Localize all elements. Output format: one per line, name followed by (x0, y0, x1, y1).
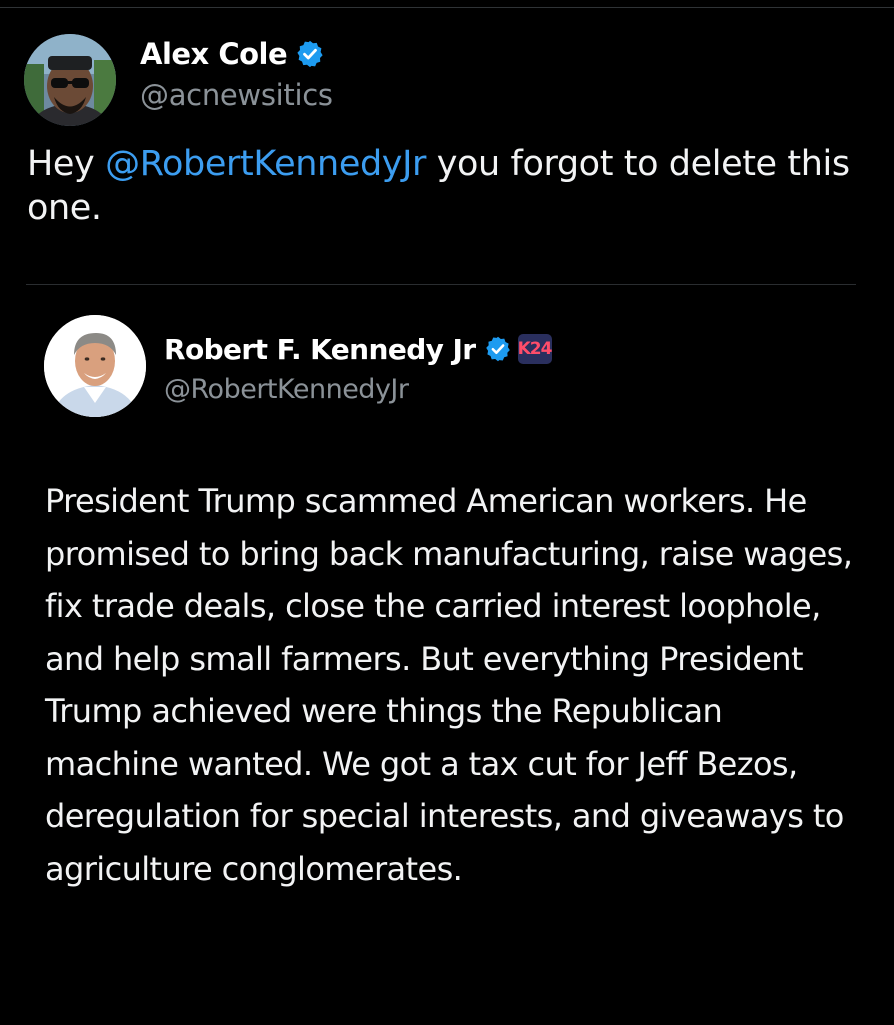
quoted-author-avatar[interactable] (44, 315, 146, 417)
verified-badge-icon[interactable] (484, 335, 512, 363)
tweet: Alex Cole @acnewsitics Hey @RobertKenned… (0, 0, 894, 1000)
avatar-photo-man-smiling-icon (44, 315, 146, 417)
quoted-author-display-name[interactable]: Robert F. Kennedy Jr (164, 333, 476, 366)
author-name-row: Alex Cole (140, 34, 325, 74)
tweet-text-prefix: Hey (27, 144, 106, 184)
quoted-tweet-card[interactable]: Robert F. Kennedy Jr K24 @RobertKennedyJ… (26, 284, 856, 1025)
quoted-tweet-text: President Trump scammed American workers… (45, 482, 853, 888)
author-handle[interactable]: @acnewsitics (140, 78, 333, 112)
quoted-author-handle[interactable]: @RobertKennedyJr (164, 374, 409, 405)
author-avatar[interactable] (24, 34, 116, 126)
avatar-photo-man-sunglasses-icon (24, 34, 116, 126)
mention-link[interactable]: @RobertKennedyJr (105, 144, 426, 184)
author-display-name[interactable]: Alex Cole (140, 37, 288, 71)
quoted-author-name-row: Robert F. Kennedy Jr K24 (164, 329, 552, 369)
verified-badge-icon[interactable] (295, 39, 325, 69)
affiliate-badge-icon[interactable]: K24 (517, 334, 552, 364)
tweet-text: Hey @RobertKennedyJr you forgot to delet… (27, 142, 872, 230)
